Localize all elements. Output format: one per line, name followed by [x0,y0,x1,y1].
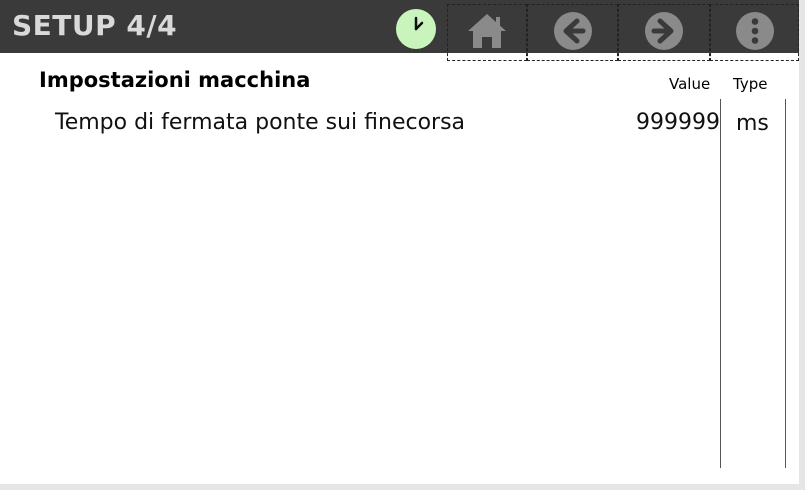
arrow-left-icon [553,12,592,50]
home-icon [468,14,506,48]
forward-button[interactable] [618,4,710,61]
page-title: SETUP 4/4 [12,9,178,42]
column-divider [720,99,721,468]
more-vertical-icon [735,12,774,50]
back-button[interactable] [527,4,618,61]
parameter-unit: ms [736,111,769,136]
column-header-value: Value [669,75,711,93]
parameter-value-field[interactable]: 999999 [636,110,720,135]
section-title: Impostazioni macchina [39,68,311,92]
parameter-label: Tempo di fermata ponte sui finecorsa [55,110,466,135]
clock-icon[interactable] [396,9,436,49]
arrow-right-icon [645,12,683,50]
column-header-type: Type [733,75,768,93]
column-divider [785,99,786,468]
home-button[interactable] [447,4,527,61]
menu-button[interactable] [710,4,799,61]
screen: SETUP 4/4 Impostazioni macchina Value Ty… [0,0,805,490]
